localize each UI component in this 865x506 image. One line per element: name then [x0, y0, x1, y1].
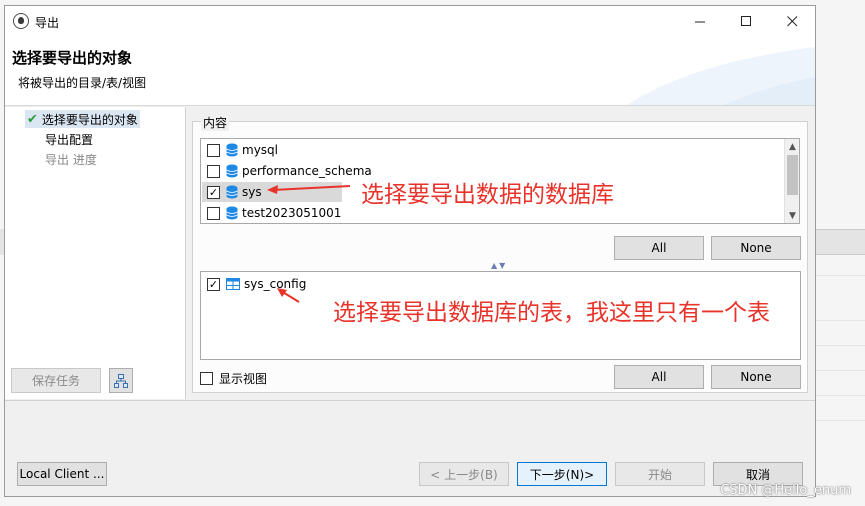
table-checkbox-checked[interactable]: ✓ [207, 277, 220, 291]
background-divider [815, 275, 865, 276]
database-item[interactable]: test2023051001 [207, 203, 341, 223]
database-name: test2023051001 [242, 206, 342, 220]
step-select-objects[interactable]: ✔ 选择要导出的对象 [25, 110, 140, 128]
step-label: 导出配置 [45, 133, 94, 147]
hierarchy-icon [114, 373, 128, 388]
title-bar: 导出 [5, 6, 815, 36]
app-logo-icon [13, 13, 29, 29]
database-name: sys [242, 185, 262, 199]
background-divider [815, 320, 865, 321]
database-item[interactable]: mysql [207, 140, 278, 160]
minimize-button[interactable] [677, 6, 723, 36]
table-icon [226, 278, 240, 290]
select-all-databases-button[interactable]: All [614, 236, 704, 260]
database-icon [226, 164, 238, 178]
select-all-tables-button[interactable]: All [614, 365, 704, 389]
database-list-scrollbar[interactable]: ▲ ▼ [784, 139, 799, 223]
database-name: mysql [242, 143, 278, 157]
start-button[interactable]: 开始 [615, 462, 705, 486]
database-item[interactable]: performance_schema [207, 161, 372, 181]
watermark: CSDN @Hello_enum [720, 483, 851, 498]
table-annotation: 选择要导出数据库的表，我这里只有一个表 [333, 300, 770, 326]
show-views-label: 显示视图 [219, 372, 268, 386]
maximize-icon [740, 15, 751, 26]
step-label: 导出 进度 [45, 153, 97, 167]
scroll-thumb[interactable] [787, 155, 798, 195]
local-client-button[interactable]: Local Client ... [17, 462, 107, 486]
database-checkbox-checked[interactable]: ✓ [207, 185, 220, 199]
close-button[interactable] [769, 6, 815, 36]
content-group: 内容 mysql performance_schema ✓ sys test20… [192, 114, 808, 393]
background-divider [815, 420, 865, 421]
database-checkbox[interactable] [207, 206, 220, 220]
background-divider [815, 370, 865, 371]
show-views-option[interactable]: 显示视图 [200, 370, 267, 387]
select-none-databases-button[interactable]: None [711, 236, 801, 260]
show-views-checkbox[interactable] [200, 372, 213, 385]
database-name: performance_schema [242, 164, 372, 178]
wizard-header: 选择要导出的对象 将被导出的目录/表/视图 [5, 36, 815, 106]
database-icon [226, 143, 238, 157]
annotation-arrow-icon [267, 185, 351, 194]
background-toolbar-strip [815, 229, 865, 255]
background-divider [815, 395, 865, 396]
wizard-footer: Local Client ... < 上一步(B) 下一步(N)> 开始 取消 [5, 400, 815, 496]
database-icon [226, 206, 238, 220]
check-icon: ✔ [27, 112, 38, 127]
database-annotation: 选择要导出数据的数据库 [361, 182, 614, 208]
page-title: 选择要导出的对象 [12, 49, 133, 67]
annotation-arrow-icon [277, 288, 300, 303]
minimize-icon [694, 21, 705, 22]
background-divider [815, 345, 865, 346]
content-group-label: 内容 [201, 114, 230, 131]
content-pane: 内容 mysql performance_schema ✓ sys test20… [187, 107, 815, 399]
task-tree-button[interactable] [109, 368, 133, 393]
step-export-progress: 导出 进度 [43, 150, 99, 168]
export-dialog: 导出 选择要导出的对象 将被导出的目录/表/视图 ✔ 选择要导出的对象 导出配置… [4, 5, 816, 497]
step-label: 选择要导出的对象 [41, 113, 138, 127]
save-task-button[interactable]: 保存任务 [11, 368, 101, 393]
window-title: 导出 [35, 16, 60, 30]
step-export-config[interactable]: 导出配置 [43, 130, 95, 148]
maximize-button[interactable] [723, 6, 769, 36]
scroll-up-icon[interactable]: ▲ [785, 139, 800, 154]
page-subtitle: 将被导出的目录/表/视图 [18, 76, 147, 90]
wizard-steps-pane: ✔ 选择要导出的对象 导出配置 导出 进度 保存任务 [5, 107, 186, 399]
select-none-tables-button[interactable]: None [711, 365, 801, 389]
header-decoration [626, 47, 815, 105]
back-button[interactable]: < 上一步(B) [419, 462, 509, 486]
close-icon [786, 15, 797, 26]
next-button[interactable]: 下一步(N)> [517, 462, 607, 486]
database-checkbox[interactable] [207, 164, 220, 178]
splitter-handle-icon[interactable]: ▲▼ [491, 261, 507, 270]
database-checkbox[interactable] [207, 143, 220, 157]
database-icon [226, 185, 238, 199]
scroll-down-icon[interactable]: ▼ [785, 208, 800, 223]
